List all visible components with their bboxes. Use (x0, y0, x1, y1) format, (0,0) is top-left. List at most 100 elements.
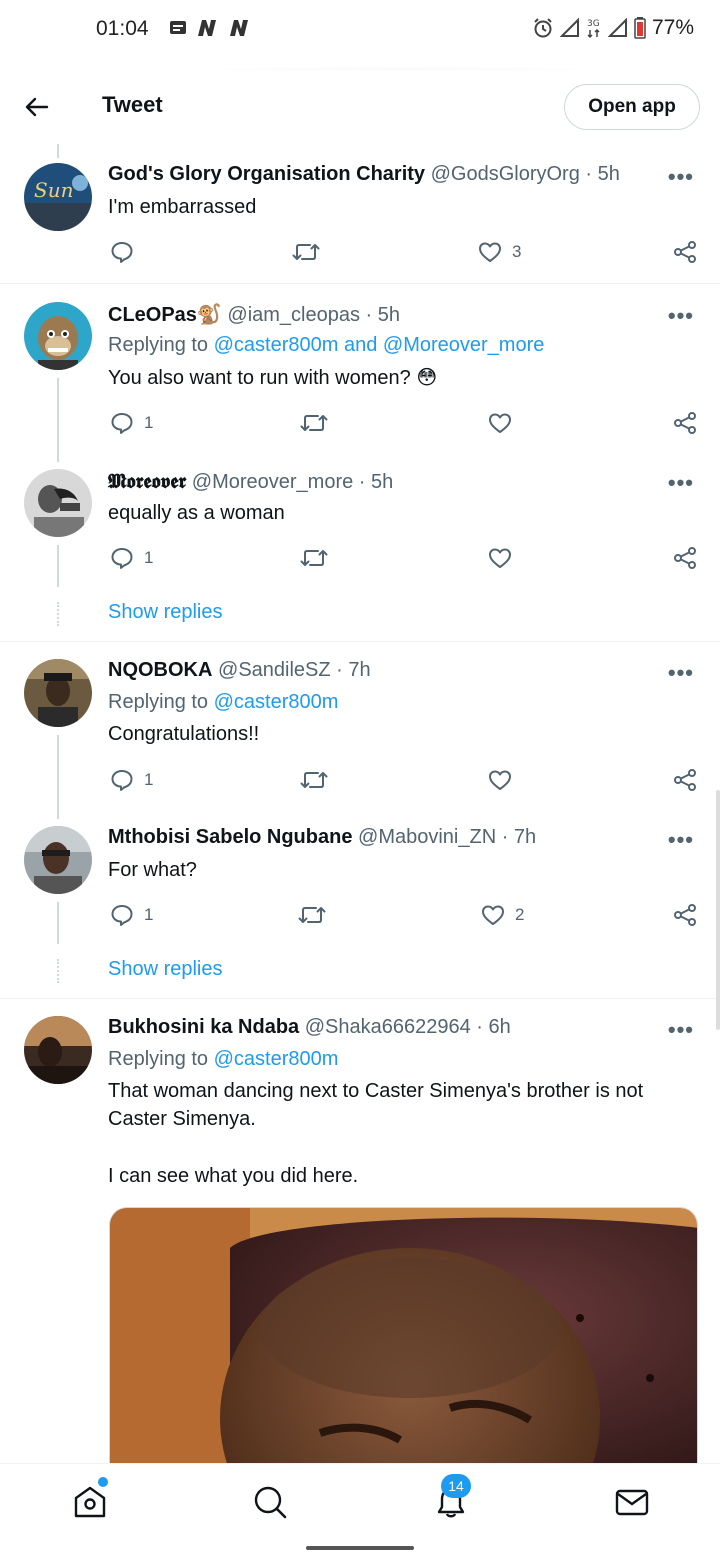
more-options-button[interactable]: ••• (668, 827, 694, 853)
share-button[interactable] (673, 240, 697, 264)
svg-text:Sun: Sun (34, 178, 73, 202)
share-button[interactable] (673, 903, 697, 927)
share-button[interactable] (673, 411, 697, 435)
replying-to-line: Replying to @caster800m (108, 1048, 338, 1071)
reply-button[interactable]: 1 (110, 546, 153, 570)
handle[interactable]: @Moreover_more (192, 471, 353, 493)
show-replies-link[interactable]: Show replies (108, 601, 223, 624)
divider (0, 283, 720, 284)
tweet-author-line: God's Glory Organisation Charity @GodsGl… (108, 163, 620, 186)
tweet-photo[interactable] (109, 1207, 698, 1467)
display-name[interactable]: 𝕸𝖔𝖗𝖊𝖔𝖛𝖊𝖗 (108, 469, 186, 493)
reply-button[interactable]: 1 (110, 903, 153, 927)
bottom-nav: 14 (0, 1463, 720, 1539)
tweet-author-line: Bukhosini ka Ndaba @Shaka66622964 · 6h (108, 1016, 511, 1039)
like-button[interactable]: 2 (481, 903, 524, 927)
handle[interactable]: @SandileSZ (218, 659, 331, 681)
display-name[interactable]: Bukhosini ka Ndaba (108, 1016, 299, 1038)
divider (0, 641, 720, 642)
share-icon (674, 769, 696, 791)
share-icon (674, 241, 696, 263)
display-name[interactable]: God's Glory Organisation Charity (108, 163, 425, 185)
retweet-button[interactable] (300, 546, 328, 570)
more-options-button[interactable]: ••• (668, 660, 694, 686)
reply-button[interactable]: 1 (110, 411, 153, 435)
battery-percent: 77% (651, 16, 694, 39)
reply-count: 1 (144, 413, 154, 432)
share-icon (674, 904, 696, 926)
like-button[interactable] (488, 546, 512, 570)
handle[interactable]: @Mabovini_ZN (358, 826, 496, 848)
share-button[interactable] (673, 768, 697, 792)
retweet-button[interactable] (292, 240, 320, 264)
nav-messages[interactable] (612, 1482, 652, 1522)
like-button[interactable] (488, 411, 512, 435)
thread-line (57, 735, 59, 819)
avatar[interactable] (24, 826, 92, 894)
reply-button[interactable] (110, 240, 134, 264)
retweet-icon (300, 550, 328, 566)
handle[interactable]: @GodsGloryOrg (431, 163, 580, 185)
reply-icon (111, 548, 133, 569)
more-options-button[interactable]: ••• (668, 1017, 694, 1043)
display-name[interactable]: CLeOPas🐒 (108, 304, 222, 326)
handle[interactable]: @Shaka66622964 (305, 1016, 471, 1038)
reply-icon (111, 770, 133, 791)
reply-button[interactable]: 1 (110, 768, 153, 792)
thread-line (57, 144, 59, 158)
more-options-button[interactable]: ••• (668, 470, 694, 496)
nav-home[interactable] (70, 1482, 110, 1522)
reply-count: 1 (144, 905, 154, 924)
open-app-button[interactable]: Open app (564, 84, 700, 130)
more-options-button[interactable]: ••• (668, 164, 694, 190)
avatar[interactable] (24, 302, 92, 370)
show-replies-link[interactable]: Show replies (108, 958, 223, 981)
reply-icon (111, 242, 133, 263)
nav-search[interactable] (250, 1482, 290, 1522)
share-button[interactable] (673, 546, 697, 570)
gesture-bar[interactable] (306, 1546, 414, 1550)
svg-text:3G: 3G (587, 19, 600, 29)
more-options-button[interactable]: ••• (668, 303, 694, 329)
tweet-text: For what? (108, 859, 197, 881)
n-icon (198, 20, 216, 36)
like-count: 2 (515, 905, 525, 924)
retweet-button[interactable] (300, 411, 328, 435)
handle[interactable]: @iam_cleopas (227, 304, 360, 326)
timestamp: · 5h (358, 471, 394, 493)
heart-icon (489, 413, 511, 433)
notifications-badge: 14 (441, 1474, 471, 1498)
tweet-text: equally as a woman (108, 502, 285, 524)
replying-to-link[interactable]: @caster800m (214, 691, 339, 713)
retweet-button[interactable] (298, 903, 326, 927)
avatar[interactable] (24, 1016, 92, 1084)
messages-icon (615, 1489, 649, 1516)
tweet-author-line: CLeOPas🐒 @iam_cleopas · 5h (108, 302, 400, 327)
search-icon (254, 1486, 287, 1519)
alarm-icon (534, 18, 552, 38)
like-count: 3 (512, 242, 522, 261)
signal-icon (559, 18, 579, 37)
reply-icon (111, 413, 133, 434)
timestamp: · 7h (336, 659, 371, 681)
retweet-button[interactable] (300, 768, 328, 792)
replying-to-link[interactable]: @caster800m and @Moreover_more (214, 334, 545, 356)
heart-icon (482, 905, 504, 925)
back-button[interactable] (22, 92, 52, 122)
display-name[interactable]: NQOBOKA (108, 659, 212, 681)
like-button[interactable]: 3 (478, 240, 521, 264)
replying-to-link[interactable]: @caster800m (214, 1048, 339, 1070)
avatar[interactable]: Sun (24, 163, 92, 231)
tweet-author-line: NQOBOKA @SandileSZ · 7h (108, 659, 371, 682)
replying-to-line: Replying to @caster800m (108, 691, 338, 714)
avatar[interactable] (24, 659, 92, 727)
thread-line (57, 545, 59, 587)
avatar[interactable] (24, 469, 92, 537)
share-icon (674, 412, 696, 434)
page-title: Tweet (102, 92, 163, 117)
heart-icon (489, 548, 511, 568)
display-name[interactable]: Mthobisi Sabelo Ngubane (108, 826, 352, 848)
like-button[interactable] (488, 768, 512, 792)
scrollbar[interactable] (716, 790, 720, 1030)
timestamp: · 5h (365, 304, 401, 326)
